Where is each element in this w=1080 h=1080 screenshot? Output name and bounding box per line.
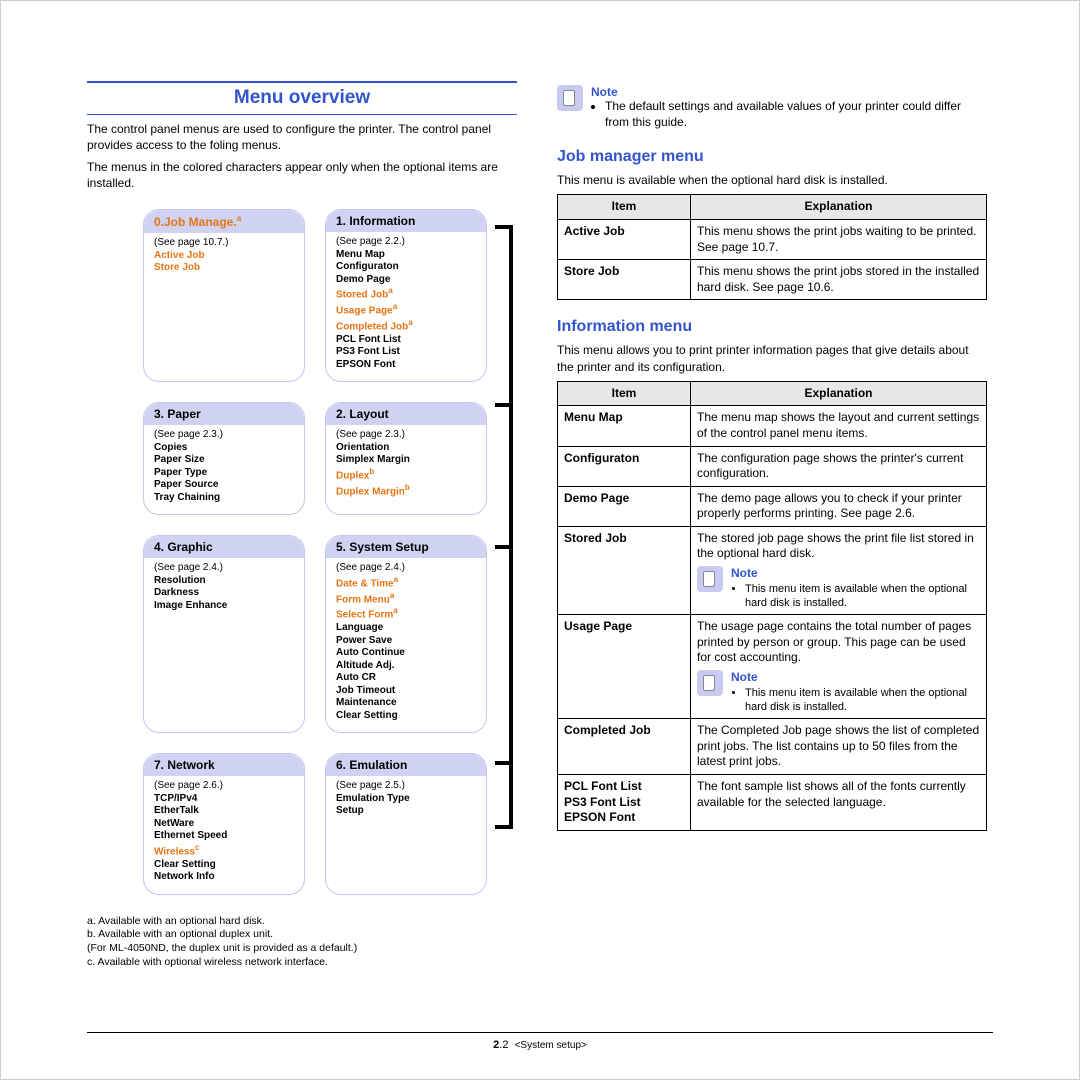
menu-box-1: 1. Information (See page 2.2.)Menu MapCo… [325,209,487,382]
footer-text: 2.2 <System setup> [1,1039,1079,1051]
menu-box-4: 4. Graphic (See page 2.4.)ResolutionDark… [143,535,305,733]
note-top: Note The default settings and available … [557,85,987,130]
menu-box-2: 2. Layout (See page 2.3.)OrientationSimp… [325,402,487,515]
job-manager-table: Item Explanation Active JobThis menu sho… [557,194,987,300]
menu-grid: 0.Job Manage.a (See page 10.7.)Active Jo… [143,209,495,894]
intro-p2: The menus in the colored characters appe… [87,159,517,191]
left-column: Menu overview The control panel menus ar… [87,81,517,969]
info-menu-table: Item Explanation Menu MapThe menu map sh… [557,381,987,831]
heading-info-menu: Information menu [557,318,987,336]
note-icon [557,85,583,111]
right-column: Note The default settings and available … [557,81,987,969]
menu-box-7: 7. Network (See page 2.6.)TCP/IPv4EtherT… [143,753,305,894]
heading-overview: Menu overview [87,81,517,115]
footer-rule [87,1032,993,1033]
intro-p1: The control panel menus are used to conf… [87,121,517,153]
menu-box-6: 6. Emulation (See page 2.5.)Emulation Ty… [325,753,487,894]
info-menu-intro: This menu allows you to print printer in… [557,342,987,374]
menu-box-5: 5. System Setup (See page 2.4.)Date & Ti… [325,535,487,733]
heading-job-manager: Job manager menu [557,148,987,166]
menu-box-0: 0.Job Manage.a (See page 10.7.)Active Jo… [143,209,305,382]
menu-box-3: 3. Paper (See page 2.3.)CopiesPaper Size… [143,402,305,515]
job-manager-intro: This menu is available when the optional… [557,172,987,188]
footnotes: a. Available with an optional hard disk.… [87,915,517,970]
